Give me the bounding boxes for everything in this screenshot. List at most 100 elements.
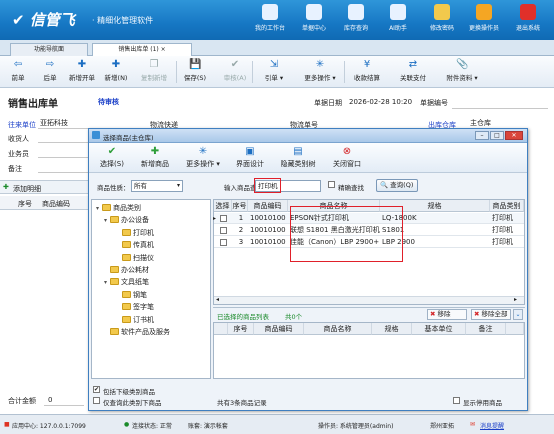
header-tool-4[interactable]: 修改密码 <box>420 4 464 32</box>
tree-node[interactable]: 钢笔 <box>116 290 147 300</box>
link-pay-button[interactable]: ⇄ 关联支付 <box>392 59 434 82</box>
close-window-button[interactable]: ⊗ 关闭窗口 <box>327 146 367 169</box>
select-product-dialog: 选择商品(主仓库) – □ ✕ ✔ 选择(S) ✚ 新增商品 ✳ 更多操作 ▾ ▣ 界面设计 ▤… <box>88 128 528 411</box>
selected-header-1[interactable]: 商品编码 <box>254 323 304 335</box>
grid-header-2[interactable]: 商品编码 <box>248 200 288 212</box>
doc-number-field[interactable] <box>452 108 548 109</box>
row-checkbox[interactable] <box>220 239 227 246</box>
selected-grid[interactable]: 序号 商品编码 商品名称 规格 基本单位 备注 <box>213 322 525 379</box>
audit-button[interactable]: ✔ 审核(A) <box>218 59 252 82</box>
select-button[interactable]: ✔ 选择(S) <box>95 146 129 169</box>
tree-node[interactable]: 打印机 <box>116 228 154 238</box>
new-icon: ✚ <box>111 59 121 70</box>
new-order-button[interactable]: ✚ 新增开单 <box>66 59 98 82</box>
show-disabled-checkbox[interactable] <box>453 397 460 404</box>
layout-design-button[interactable]: ▣ 界面设计 <box>231 146 269 169</box>
date-value[interactable]: 2026-02-28 10:20 <box>349 98 412 106</box>
selected-header-4[interactable]: 基本单位 <box>412 323 466 335</box>
toolbar-separator <box>252 61 253 83</box>
header-tool-label: 更换操作员 <box>468 25 499 32</box>
only-sub-checkbox[interactable] <box>93 397 100 404</box>
more-button[interactable]: ✳ 更多操作 ▾ <box>298 59 342 82</box>
prev-button[interactable]: ⇦ 前单 <box>4 59 32 82</box>
remove-button[interactable]: ✖ 移除 <box>427 309 467 320</box>
remove-all-button[interactable]: ✖ 移除全部 <box>471 309 511 320</box>
grid-header-5[interactable]: 商品类别 <box>490 200 524 212</box>
header-tool-label: AI助手 <box>389 25 407 32</box>
notice-link[interactable]: 消息提醒 <box>480 421 504 430</box>
next-icon: ⇨ <box>45 59 55 70</box>
search-button[interactable]: 🔍 查询(Q) <box>376 179 418 192</box>
row-checkbox[interactable] <box>220 227 227 234</box>
attr-select[interactable]: 所有 ▾ <box>131 180 183 192</box>
close-dialog-button[interactable]: ✕ <box>505 131 523 140</box>
detail-grid-body[interactable] <box>0 210 90 380</box>
header-tool-5[interactable]: 更换操作员 <box>462 4 506 32</box>
cell-no: 3 <box>238 238 244 246</box>
highlight-box-results <box>290 206 403 262</box>
copy-new-button[interactable]: ❐ 复制新增 <box>134 59 174 82</box>
tree-node[interactable]: 签字笔 <box>116 302 154 312</box>
header-tool-3[interactable]: AI助手 <box>376 4 420 32</box>
next-button[interactable]: ⇨ 后单 <box>36 59 64 82</box>
new-product-button[interactable]: ✚ 新增商品 <box>135 146 175 169</box>
prev-icon: ⇦ <box>13 59 23 70</box>
row-checkbox[interactable] <box>220 215 227 222</box>
header-tool-0[interactable]: 我的工作台 <box>248 4 292 32</box>
partner-value[interactable]: 亚拓科技 <box>40 118 68 128</box>
selected-header-3[interactable]: 规格 <box>372 323 412 335</box>
tree-node[interactable]: 传真机 <box>116 240 154 250</box>
app-center-text: 应用中心: 127.0.0.1:7099 <box>12 423 86 430</box>
tree-node[interactable]: 订书机 <box>116 315 154 325</box>
include-sub-checkbox[interactable]: ✔ <box>93 386 100 393</box>
selected-header-0[interactable]: 序号 <box>228 323 254 335</box>
tree-node[interactable]: ▾ 办公设备 <box>104 215 149 225</box>
add-detail-button[interactable]: 添加明细 <box>13 184 41 194</box>
import-button[interactable]: ⇲ 引单 ▾ <box>256 59 292 82</box>
maximize-button[interactable]: □ <box>490 131 504 140</box>
include-sub-label: 包括下级类别商品 <box>103 388 155 396</box>
header-tool-1[interactable]: 单据中心 <box>292 4 336 32</box>
salesman-field[interactable] <box>38 157 88 158</box>
collapse-chevron-icon[interactable]: ⌄ <box>513 309 523 320</box>
folder-icon <box>122 290 131 298</box>
tree-node[interactable]: ▾ 商品类别 <box>96 203 141 213</box>
show-disabled-label: 显示停用商品 <box>463 399 502 407</box>
tree-node[interactable]: 办公耗材 <box>104 265 149 275</box>
header-tool-label: 单据中心 <box>301 25 326 32</box>
header-tool-2[interactable]: 库存查询 <box>334 4 378 32</box>
attachment-button[interactable]: 📎 附件资料 ▾ <box>438 59 486 82</box>
tree-node[interactable]: 软件产品及服务 <box>104 327 170 337</box>
partner-label[interactable]: 往来单位 <box>8 120 36 130</box>
scroll-left-icon[interactable]: ◂ <box>216 296 219 303</box>
tab-sales-outbound[interactable]: 销售出库单 (1) × <box>92 43 192 56</box>
more-ops-button[interactable]: ✳ 更多操作 ▾ <box>181 146 225 169</box>
header-tool-6[interactable]: 退出系统 <box>506 4 550 32</box>
warehouse-value[interactable]: 主仓库 <box>470 118 491 128</box>
remark-field[interactable] <box>38 172 88 173</box>
consignee-field[interactable] <box>38 142 88 143</box>
selected-header-5[interactable]: 备注 <box>466 323 506 335</box>
scroll-right-icon[interactable]: ▸ <box>514 296 517 303</box>
hide-tree-button[interactable]: ▤ 隐藏类别树 <box>275 146 321 169</box>
minimize-button[interactable]: – <box>475 131 489 140</box>
app-header: ✔ 信管飞 · 精细化管理软件 我的工作台 单据中心 库存查询 AI助手 修改密码 更换操… <box>0 0 554 40</box>
save-button[interactable]: 💾 保存(S) <box>178 59 212 82</box>
tree-node[interactable]: ▾ 文具纸笔 <box>104 277 149 287</box>
grid-header-1[interactable]: 序号 <box>232 200 248 212</box>
horizontal-scrollbar[interactable]: ◂ ▸ <box>214 296 524 304</box>
tree-node-label: 文具纸笔 <box>121 278 149 287</box>
copy-new-icon: ❐ <box>149 59 159 70</box>
receipt-button[interactable]: ¥ 收款结算 <box>346 59 388 82</box>
exact-search-checkbox[interactable] <box>328 181 335 188</box>
new-button[interactable]: ✚ 新增(N) <box>100 59 132 82</box>
grid-header-0[interactable]: 选择 <box>214 200 232 212</box>
document-title: 销售出库单 <box>8 99 58 110</box>
selected-header-2[interactable]: 商品名称 <box>304 323 372 335</box>
category-tree[interactable]: ▾ 商品类别 ▾ 办公设备打印机传真机扫描仪办公耗材 ▾ 文具纸笔钢笔签字笔订书机软件产品… <box>91 199 211 379</box>
selected-toolbar: 已选择的商品列表 共0个 ✖ 移除 ✖ 移除全部 ⌄ <box>213 307 525 321</box>
detail-grid-header: 序号 商品编码 <box>0 196 90 210</box>
col-code: 商品编码 <box>42 200 70 208</box>
tab-navigation[interactable]: 功能导航面 <box>10 43 88 56</box>
tree-node[interactable]: 扫描仪 <box>116 253 154 263</box>
